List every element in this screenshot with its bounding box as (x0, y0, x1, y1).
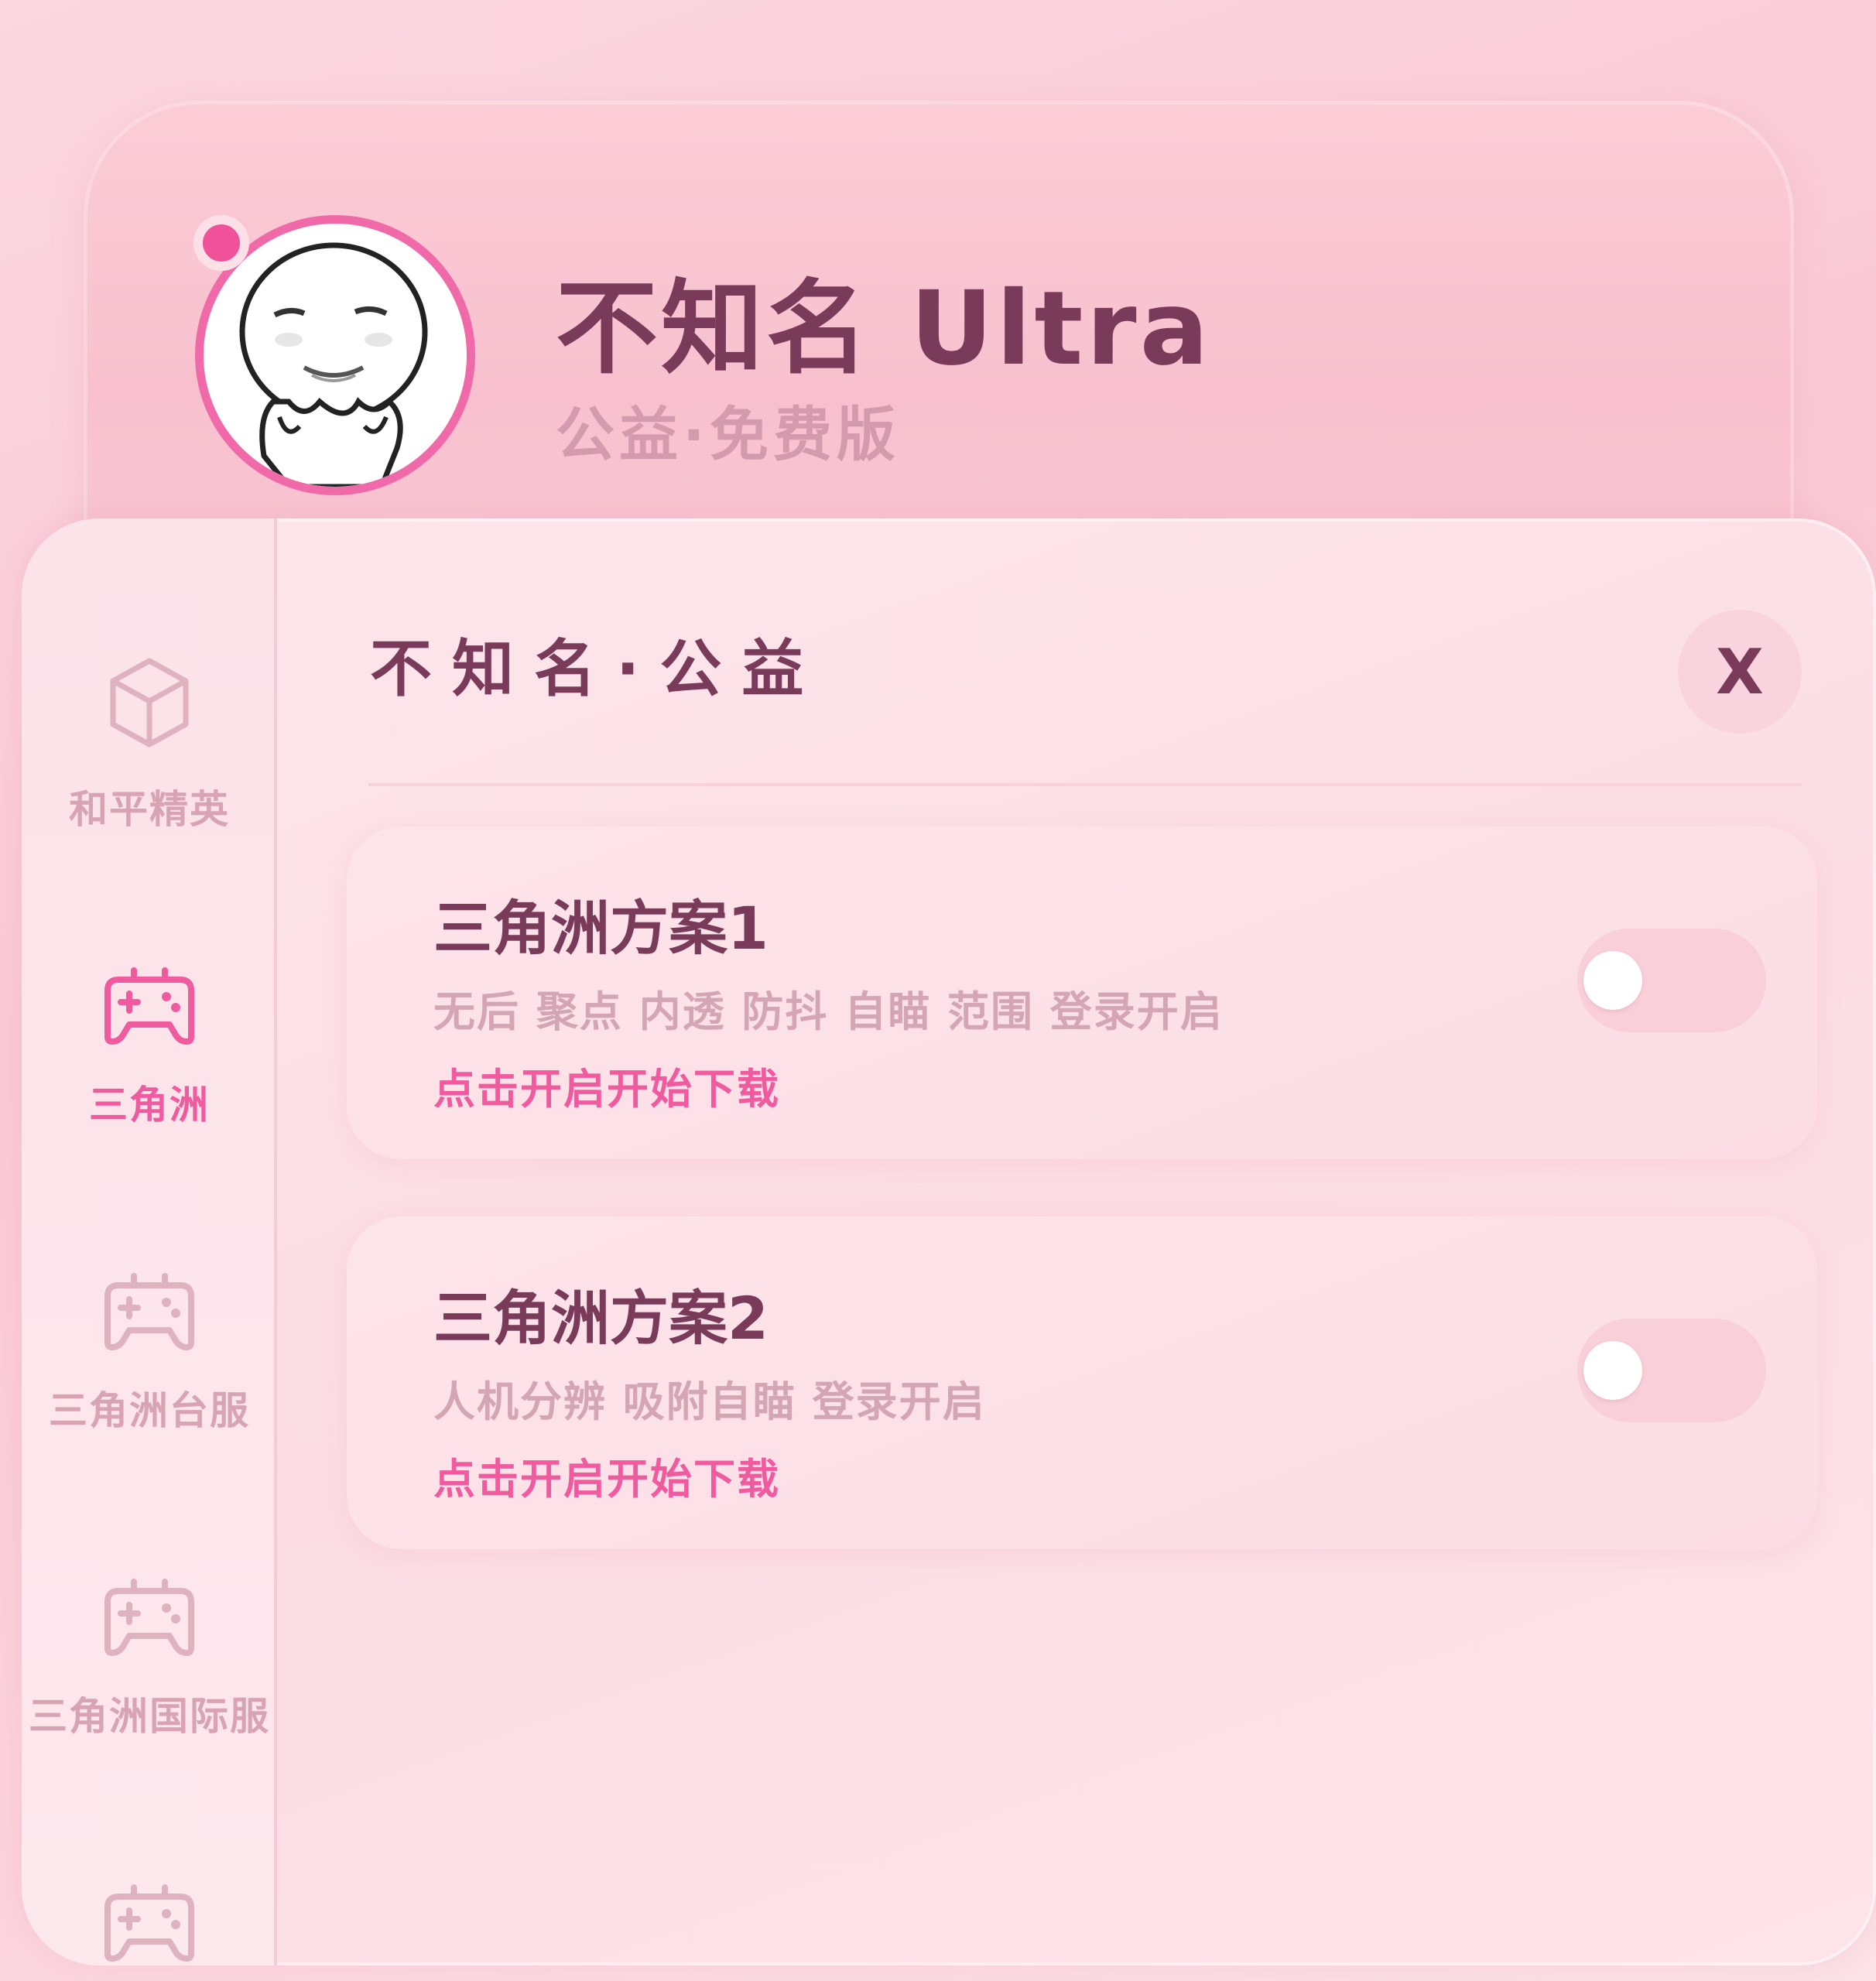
sidebar-item-delta-force-global[interactable]: 三角洲国际服 (22, 1579, 277, 1741)
sidebar-item-peace-elite[interactable]: 和平精英 (22, 656, 277, 834)
option-description: 人机分辨 吸附自瞄 登录开启 (433, 1377, 986, 1426)
gamepad-icon (104, 1273, 194, 1350)
download-link[interactable]: 点击开启开始下载 (433, 1445, 780, 1506)
meme-face-icon (239, 242, 428, 487)
sidebar-item-more[interactable] (22, 1884, 277, 1962)
option-title: 三角洲方案2 (433, 1284, 769, 1353)
plan-2-toggle[interactable] (1577, 1319, 1766, 1422)
sidebar-item-delta-force-tw[interactable]: 三角洲台服 (22, 1273, 277, 1435)
app-title: 不知名 Ultra (556, 269, 1212, 388)
toggle-knob (1583, 951, 1642, 1010)
sidebar-item-label: 三角洲国际服 (29, 1694, 270, 1739)
option-title: 三角洲方案1 (433, 894, 769, 963)
app-subtitle: 公益·免费版 (556, 400, 900, 469)
online-status-dot (193, 215, 249, 271)
main-panel: 和平精英 三角洲 三角洲台服 三角洲国际服 不知名·公益 X 三角洲方案1 无后… (22, 518, 1876, 1966)
plan-1-toggle[interactable] (1577, 929, 1766, 1032)
sidebar: 和平精英 三角洲 三角洲台服 三角洲国际服 (22, 518, 277, 1966)
sidebar-item-label: 和平精英 (69, 787, 230, 832)
download-link[interactable]: 点击开启开始下载 (433, 1055, 780, 1116)
divider (368, 783, 1802, 786)
cube-icon (110, 658, 189, 748)
option-card-plan-1: 三角洲方案1 无后 聚点 内透 防抖 自瞄 范围 登录开启 点击开启开始下载 (347, 826, 1817, 1159)
sidebar-item-label: 三角洲台服 (49, 1388, 250, 1433)
sidebar-item-delta-force[interactable]: 三角洲 (22, 967, 277, 1130)
gamepad-icon (104, 1579, 194, 1656)
close-label: X (1716, 635, 1764, 708)
option-card-plan-2: 三角洲方案2 人机分辨 吸附自瞄 登录开启 点击开启开始下载 (347, 1216, 1817, 1549)
gamepad-icon (104, 1884, 194, 1962)
panel-title: 不知名·公益 (370, 633, 824, 705)
close-button[interactable]: X (1678, 610, 1802, 734)
toggle-knob (1583, 1341, 1642, 1400)
option-description: 无后 聚点 内透 防抖 自瞄 范围 登录开启 (433, 987, 1224, 1036)
gamepad-icon (104, 967, 194, 1045)
sidebar-item-label: 三角洲 (89, 1083, 210, 1127)
